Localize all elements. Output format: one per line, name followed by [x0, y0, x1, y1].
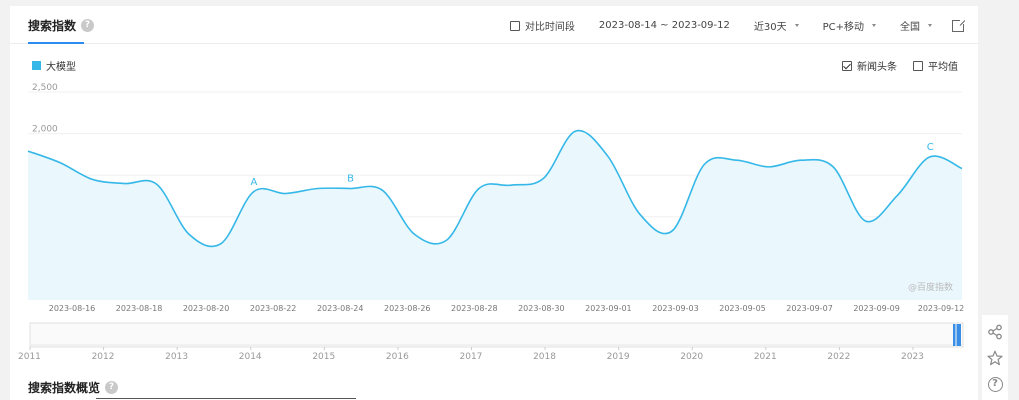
help-circle: ? [987, 376, 1003, 392]
year-label: 2023 [901, 352, 924, 362]
overview-title: 搜索指数概览 ? [28, 379, 119, 396]
x-tick-label: 2023-08-18 [116, 304, 163, 313]
overview-divider [96, 398, 356, 399]
x-tick-label: 2023-09-12 [918, 304, 965, 313]
x-tick-label: 2023-08-28 [451, 304, 498, 313]
star-icon[interactable] [986, 349, 1004, 367]
year-label: 2022 [827, 352, 850, 362]
watermark: @百度指数 [908, 283, 954, 293]
x-tick-label: 2023-08-24 [317, 304, 364, 313]
x-tick-label: 2023-08-20 [183, 304, 230, 313]
x-tick-label: 2023-08-22 [250, 304, 297, 313]
year-label: 2014 [239, 352, 262, 362]
year-label: 2019 [607, 352, 630, 362]
search-index-card: 搜索指数 ? 对比时间段 2023-08-14 ~ 2023-09-12 近30… [10, 6, 978, 400]
x-tick-label: 2023-08-16 [49, 304, 96, 313]
year-label: 2015 [312, 352, 335, 362]
news-annotation: A [250, 177, 257, 188]
year-label: 2017 [460, 352, 483, 362]
year-label: 2011 [18, 352, 41, 362]
year-label: 2013 [165, 352, 188, 362]
x-tick-label: 2023-09-05 [719, 304, 766, 313]
year-label: 2016 [386, 352, 409, 362]
x-tick-label: 2023-08-30 [518, 304, 565, 313]
baidu-index-page: 搜索指数 ? 对比时间段 2023-08-14 ~ 2023-09-12 近30… [0, 0, 1019, 400]
x-tick-label: 2023-09-03 [652, 304, 699, 313]
y-tick-label: 2,500 [32, 83, 58, 93]
y-tick-label: 2,000 [32, 125, 58, 135]
overview-track [29, 322, 964, 348]
side-toolbar: ? [982, 315, 1008, 400]
range-handle [953, 324, 961, 346]
year-label: 2018 [533, 352, 556, 362]
x-tick-label: 2023-09-01 [585, 304, 632, 313]
search-index-chart[interactable]: 2,5002,0001,5001,000500ABC2023-08-162023… [10, 6, 978, 400]
x-tick-label: 2023-09-09 [853, 304, 900, 313]
x-tick-label: 2023-08-26 [384, 304, 431, 313]
series-area [28, 130, 962, 300]
overview-title-text: 搜索指数概览 [28, 381, 101, 395]
year-label: 2020 [680, 352, 703, 362]
news-annotation: B [347, 174, 354, 185]
help-icon[interactable]: ? [105, 381, 119, 394]
share-icon[interactable] [986, 323, 1004, 341]
x-tick-label: 2023-09-07 [786, 304, 833, 313]
help-icon[interactable]: ? [986, 375, 1004, 393]
year-label: 2021 [754, 352, 777, 362]
news-annotation: C [927, 142, 934, 153]
year-label: 2012 [92, 352, 115, 362]
